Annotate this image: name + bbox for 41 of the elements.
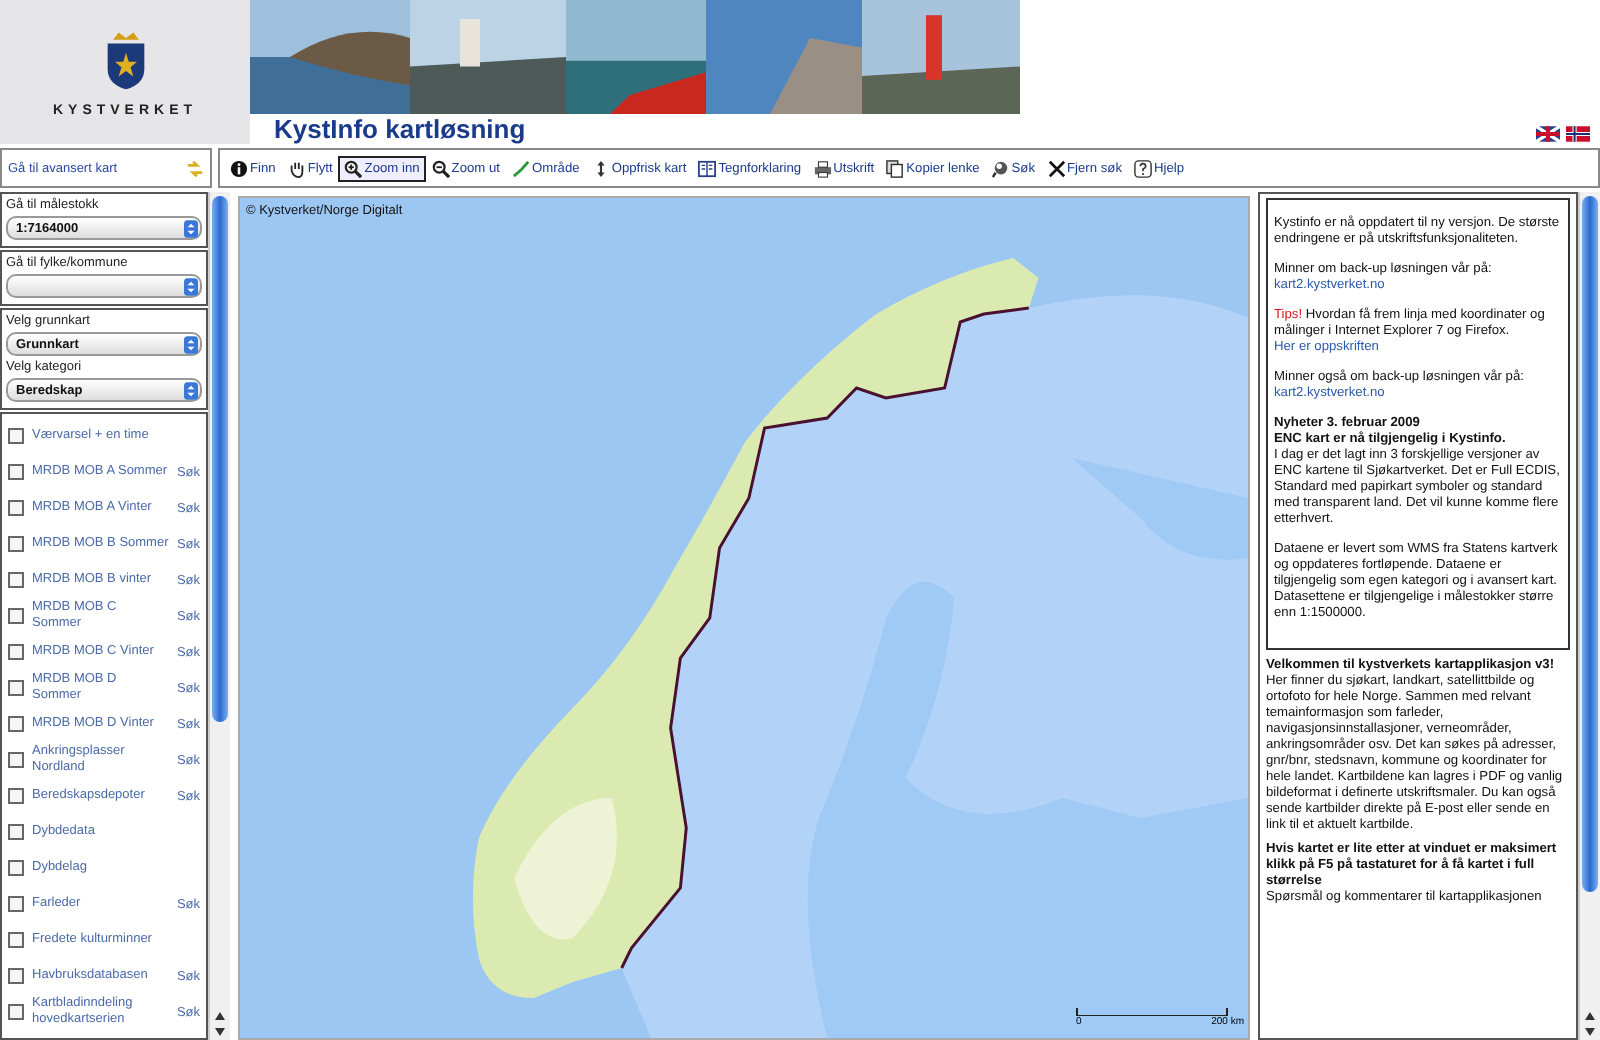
checkbox[interactable] — [8, 1004, 24, 1020]
zoom-out-icon — [431, 159, 450, 177]
checkbox[interactable] — [8, 500, 24, 516]
checkbox[interactable] — [8, 788, 24, 804]
flag-icon[interactable] — [1536, 125, 1560, 141]
checkbox[interactable] — [8, 428, 24, 444]
checkbox[interactable] — [8, 572, 24, 588]
app-title: KystInfo kartløsning — [274, 114, 526, 144]
book-icon — [698, 159, 717, 177]
help-icon — [1134, 159, 1152, 177]
checkbox[interactable] — [8, 644, 24, 660]
checkbox[interactable] — [8, 608, 24, 624]
close-icon — [1047, 159, 1066, 177]
dropdown-arrow-icon — [184, 335, 198, 353]
dropdown[interactable] — [6, 274, 202, 298]
checkbox[interactable] — [8, 464, 24, 480]
dropdown-arrow-icon — [184, 381, 198, 399]
zoom-in-icon — [344, 159, 363, 177]
shield-logo-icon — [103, 27, 147, 91]
checkbox[interactable] — [8, 680, 24, 696]
hand-icon — [287, 159, 306, 177]
checkbox[interactable] — [8, 968, 24, 984]
checkbox[interactable] — [8, 752, 24, 768]
copy-icon — [886, 159, 905, 177]
checkbox[interactable] — [8, 716, 24, 732]
checkbox[interactable] — [8, 896, 24, 912]
line-icon — [511, 159, 530, 177]
checkbox[interactable] — [8, 824, 24, 840]
info-icon — [230, 159, 248, 177]
search-icon — [991, 159, 1010, 177]
scrollbar[interactable] — [208, 192, 230, 1040]
scroll-arrows-icon[interactable] — [1582, 1010, 1598, 1038]
checkbox[interactable] — [8, 860, 24, 876]
flag-icon[interactable] — [1566, 125, 1590, 141]
checkbox[interactable] — [8, 932, 24, 948]
scroll-arrows-icon[interactable] — [212, 1010, 228, 1038]
scrollbar[interactable] — [1578, 192, 1600, 1040]
dropdown-arrow-icon — [184, 277, 198, 295]
dropdown-arrow-icon — [184, 219, 198, 237]
printer-icon — [813, 159, 832, 177]
checkbox[interactable] — [8, 536, 24, 552]
